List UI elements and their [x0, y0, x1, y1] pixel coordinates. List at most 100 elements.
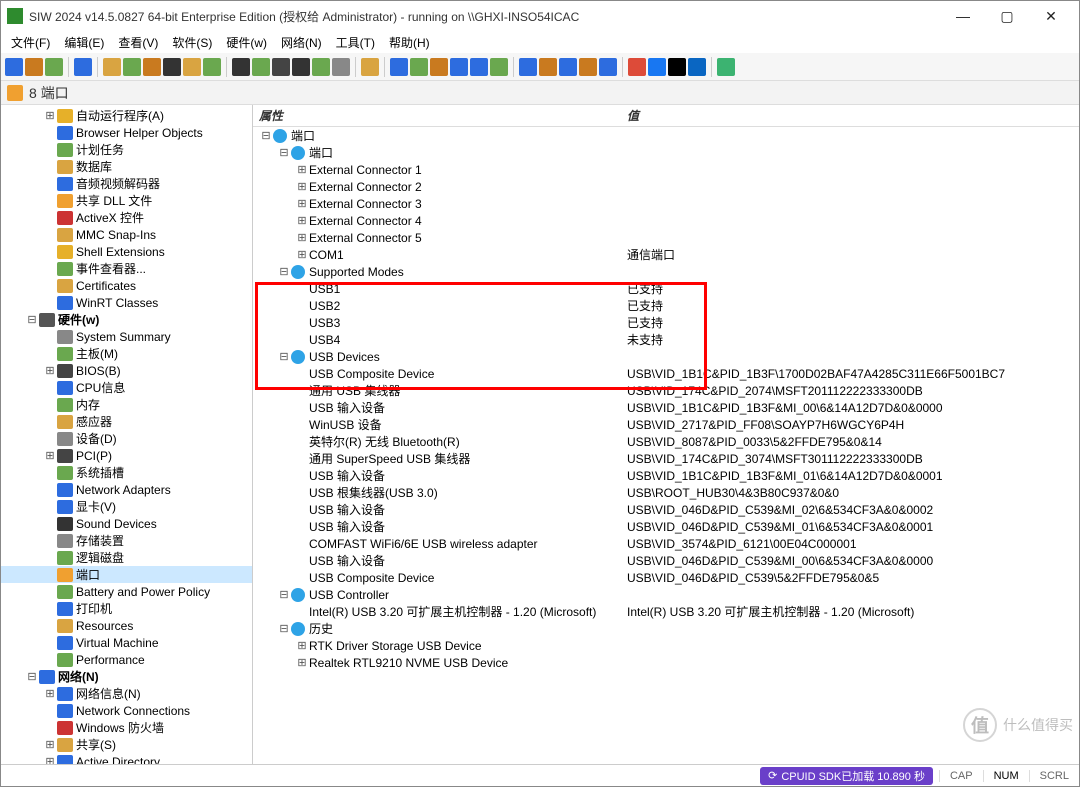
toolbar-button[interactable] — [410, 58, 428, 76]
toolbar-button[interactable] — [332, 58, 350, 76]
tree-item[interactable]: 事件查看器... — [1, 260, 252, 277]
expand-icon[interactable]: ⊟ — [277, 588, 291, 601]
grid-row[interactable]: USB 输入设备USB\VID_046D&PID_C539&MI_00\6&53… — [253, 552, 1079, 569]
tree-item[interactable]: Network Connections — [1, 702, 252, 719]
tree-item[interactable]: ⊞Active Directory — [1, 753, 252, 764]
tree-item[interactable]: Sound Devices — [1, 515, 252, 532]
expand-icon[interactable]: ⊞ — [295, 180, 309, 193]
expand-icon[interactable]: ⊟ — [277, 265, 291, 278]
grid-row[interactable]: USB 输入设备USB\VID_046D&PID_C539&MI_01\6&53… — [253, 518, 1079, 535]
grid-row[interactable]: ⊟端口 — [253, 144, 1079, 161]
grid-row[interactable]: USB 输入设备USB\VID_1B1C&PID_1B3F&MI_01\6&14… — [253, 467, 1079, 484]
menu-item[interactable]: 网络(N) — [275, 33, 328, 52]
grid-row[interactable]: ⊞COM1通信端口 — [253, 246, 1079, 263]
grid-row[interactable]: WinUSB 设备USB\VID_2717&PID_FF08\SOAYP7H6W… — [253, 416, 1079, 433]
tree-item[interactable]: 系统插槽 — [1, 464, 252, 481]
grid-row[interactable]: ⊟USB Controller — [253, 586, 1079, 603]
toolbar-button[interactable] — [45, 58, 63, 76]
grid-row[interactable]: 英特尔(R) 无线 Bluetooth(R)USB\VID_8087&PID_0… — [253, 433, 1079, 450]
toolbar-button[interactable] — [25, 58, 43, 76]
col-val[interactable]: 值 — [621, 105, 1079, 126]
tree-item[interactable]: ⊟硬件(w) — [1, 311, 252, 328]
grid-row[interactable]: ⊞External Connector 4 — [253, 212, 1079, 229]
grid-row[interactable]: Intel(R) USB 3.20 可扩展主机控制器 - 1.20 (Micro… — [253, 603, 1079, 620]
toolbar-button[interactable] — [519, 58, 537, 76]
toolbar-button[interactable] — [232, 58, 250, 76]
grid-row[interactable]: USB 根集线器(USB 3.0)USB\ROOT_HUB30\4&3B80C9… — [253, 484, 1079, 501]
toolbar-button[interactable] — [688, 58, 706, 76]
tree-item[interactable]: Network Adapters — [1, 481, 252, 498]
grid-row[interactable]: ⊞External Connector 2 — [253, 178, 1079, 195]
grid-row[interactable]: ⊞Realtek RTL9210 NVME USB Device — [253, 654, 1079, 671]
tree-item[interactable]: 显卡(V) — [1, 498, 252, 515]
grid-row[interactable]: COMFAST WiFi6/6E USB wireless adapterUSB… — [253, 535, 1079, 552]
tree-item[interactable]: 存储装置 — [1, 532, 252, 549]
tree-item[interactable]: ⊞网络信息(N) — [1, 685, 252, 702]
grid-row[interactable]: ⊞External Connector 5 — [253, 229, 1079, 246]
toolbar-button[interactable] — [163, 58, 181, 76]
toolbar-button[interactable] — [272, 58, 290, 76]
tree-item[interactable]: 设备(D) — [1, 430, 252, 447]
grid-row[interactable]: 通用 SuperSpeed USB 集线器USB\VID_174C&PID_30… — [253, 450, 1079, 467]
expand-icon[interactable]: ⊟ — [277, 350, 291, 363]
grid-row[interactable]: ⊟端口 — [253, 127, 1079, 144]
tree-item[interactable]: ⊞PCI(P) — [1, 447, 252, 464]
expand-icon[interactable]: ⊞ — [295, 639, 309, 652]
toolbar-button[interactable] — [628, 58, 646, 76]
toolbar-button[interactable] — [103, 58, 121, 76]
col-attr[interactable]: 属性 — [253, 105, 621, 126]
toolbar-button[interactable] — [123, 58, 141, 76]
minimize-button[interactable]: — — [941, 1, 985, 31]
tree-item[interactable]: 感应器 — [1, 413, 252, 430]
expand-icon[interactable]: ⊟ — [277, 622, 291, 635]
tree-item[interactable]: Performance — [1, 651, 252, 668]
menu-item[interactable]: 工具(T) — [330, 33, 381, 52]
menu-item[interactable]: 帮助(H) — [383, 33, 436, 52]
expand-icon[interactable]: ⊞ — [295, 163, 309, 176]
toolbar-button[interactable] — [539, 58, 557, 76]
grid-row[interactable]: ⊟历史 — [253, 620, 1079, 637]
expand-icon[interactable]: ⊟ — [25, 670, 39, 683]
tree-item[interactable]: ⊟网络(N) — [1, 668, 252, 685]
toolbar-button[interactable] — [559, 58, 577, 76]
tree-item[interactable]: ⊞BIOS(B) — [1, 362, 252, 379]
expand-icon[interactable]: ⊟ — [259, 129, 273, 142]
expand-icon[interactable]: ⊞ — [43, 738, 57, 751]
grid-row[interactable]: USB 输入设备USB\VID_046D&PID_C539&MI_02\6&53… — [253, 501, 1079, 518]
grid-row[interactable]: USB4未支持 — [253, 331, 1079, 348]
sidebar-tree[interactable]: ⊞自动运行程序(A)Browser Helper Objects计划任务数据库音… — [1, 105, 253, 764]
grid-row[interactable]: ⊞External Connector 1 — [253, 161, 1079, 178]
expand-icon[interactable]: ⊞ — [43, 687, 57, 700]
menu-item[interactable]: 文件(F) — [5, 33, 56, 52]
expand-icon[interactable]: ⊞ — [295, 248, 309, 261]
toolbar-button[interactable] — [717, 58, 735, 76]
tree-item[interactable]: MMC Snap-Ins — [1, 226, 252, 243]
tree-item[interactable]: 端口 — [1, 566, 252, 583]
menu-item[interactable]: 查看(V) — [112, 33, 164, 52]
toolbar-button[interactable] — [143, 58, 161, 76]
tree-item[interactable]: CPU信息 — [1, 379, 252, 396]
toolbar-button[interactable] — [470, 58, 488, 76]
toolbar-button[interactable] — [668, 58, 686, 76]
menu-item[interactable]: 硬件(w) — [220, 33, 273, 52]
grid-row[interactable]: 通用 USB 集线器USB\VID_174C&PID_2074\MSFT2011… — [253, 382, 1079, 399]
tree-item[interactable]: 主板(M) — [1, 345, 252, 362]
toolbar-button[interactable] — [203, 58, 221, 76]
expand-icon[interactable]: ⊞ — [43, 755, 57, 764]
toolbar-button[interactable] — [292, 58, 310, 76]
tree-item[interactable]: Resources — [1, 617, 252, 634]
grid-row[interactable]: ⊟Supported Modes — [253, 263, 1079, 280]
expand-icon[interactable]: ⊞ — [43, 364, 57, 377]
toolbar-button[interactable] — [430, 58, 448, 76]
toolbar-button[interactable] — [648, 58, 666, 76]
grid-row[interactable]: ⊟USB Devices — [253, 348, 1079, 365]
tree-item[interactable]: ActiveX 控件 — [1, 209, 252, 226]
tree-item[interactable]: Battery and Power Policy — [1, 583, 252, 600]
property-grid[interactable]: ⊟端口⊟端口⊞External Connector 1⊞External Con… — [253, 127, 1079, 764]
toolbar-button[interactable] — [390, 58, 408, 76]
toolbar-button[interactable] — [5, 58, 23, 76]
toolbar-button[interactable] — [312, 58, 330, 76]
tree-item[interactable]: 音频视频解码器 — [1, 175, 252, 192]
tree-item[interactable]: Certificates — [1, 277, 252, 294]
tree-item[interactable]: Shell Extensions — [1, 243, 252, 260]
